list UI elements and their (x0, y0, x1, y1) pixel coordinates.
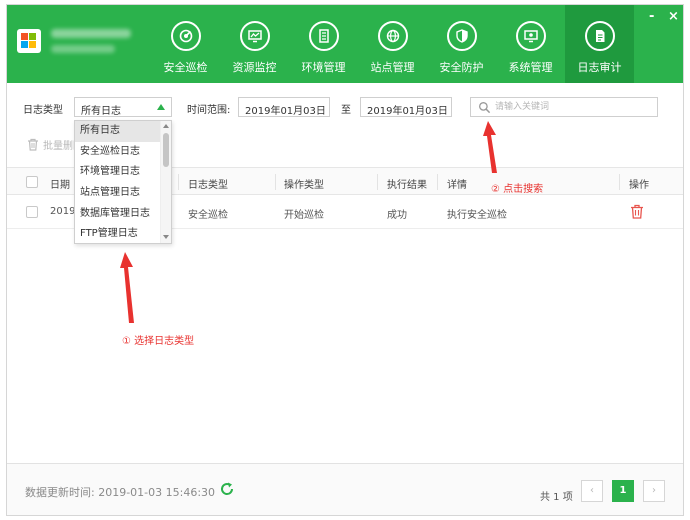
column-divider (619, 174, 620, 190)
nav-label: 安全防护 (439, 61, 484, 74)
dropdown-option[interactable]: 所有日志 (75, 121, 161, 142)
column-header-date[interactable]: 日期 (50, 176, 70, 191)
nav-item-log-audit[interactable]: 日志审计 (565, 5, 634, 83)
column-divider (437, 174, 438, 190)
nav-item-resource-monitor[interactable]: 资源监控 (220, 5, 289, 83)
nav-label: 资源监控 (232, 61, 277, 74)
dropdown-option[interactable]: 数据库管理日志 (75, 204, 161, 225)
trash-icon (28, 138, 38, 151)
nav-item-security-inspection[interactable]: 安全巡检 (151, 5, 220, 83)
column-header-operation: 操作 (629, 180, 649, 191)
app-window: 安全巡检 资源监控 环境管理 站点管理 安全防护 系统管理 日志审计 - × 日… (6, 4, 684, 516)
log-type-dropdown: 所有日志 安全巡检日志 环境管理日志 站点管理日志 数据库管理日志 FTP管理日… (74, 120, 172, 244)
search-icon[interactable] (478, 101, 491, 114)
nav-label: 系统管理 (508, 61, 553, 74)
nav-label: 安全巡检 (163, 61, 208, 74)
nav-item-system[interactable]: 系统管理 (496, 5, 565, 83)
radar-icon (170, 21, 201, 51)
main-nav: 安全巡检 资源监控 环境管理 站点管理 安全防护 系统管理 日志审计 (151, 5, 634, 83)
dropdown-option[interactable]: 站点管理日志 (75, 183, 161, 204)
app-brand-sub-blurred (51, 45, 115, 53)
dropdown-option[interactable]: 环境管理日志 (75, 162, 161, 183)
annotation-arrow-2 (483, 121, 497, 173)
log-type-select[interactable]: 所有日志 (74, 97, 172, 117)
column-header-result[interactable]: 执行结果 (387, 176, 427, 191)
cell-result: 成功 (387, 210, 407, 221)
settings-monitor-icon (515, 21, 546, 51)
start-date-input[interactable]: 2019年01月03日 (238, 97, 330, 117)
search-box[interactable] (470, 97, 658, 117)
cell-log-type: 安全巡检 (188, 210, 228, 221)
minimize-button[interactable]: - (649, 9, 654, 24)
dropdown-option[interactable]: FTP管理日志 (75, 224, 161, 243)
nav-item-environment[interactable]: 环境管理 (289, 5, 358, 83)
total-count: 共 1 项 (540, 492, 573, 503)
column-divider (178, 174, 179, 190)
refresh-icon[interactable] (219, 481, 235, 497)
dropdown-scrollbar[interactable] (160, 121, 171, 243)
app-logo-icon (17, 29, 41, 53)
time-range-label: 时间范围: (187, 105, 231, 116)
nav-item-protection[interactable]: 安全防护 (427, 5, 496, 83)
column-divider (275, 174, 276, 190)
row-checkbox[interactable] (26, 206, 38, 218)
nav-label: 环境管理 (301, 61, 346, 74)
caret-up-icon (157, 104, 165, 110)
nav-label: 站点管理 (370, 61, 415, 74)
end-date-input[interactable]: 2019年01月03日 (360, 97, 452, 117)
app-brand-name-blurred (51, 29, 131, 38)
cell-detail: 执行安全巡检 (447, 210, 507, 221)
scroll-up-icon[interactable] (163, 124, 169, 128)
document-icon (584, 21, 615, 51)
column-header-detail[interactable]: 详情 (447, 176, 467, 191)
cell-date: 2019 (50, 206, 76, 217)
column-header-action-type[interactable]: 操作类型 (284, 176, 324, 191)
nav-item-site[interactable]: 站点管理 (358, 5, 427, 83)
footer: 数据更新时间: 2019-01-03 15:46:30 共 1 项 ‹ 1 › (7, 463, 683, 515)
select-all-checkbox[interactable] (26, 176, 38, 188)
nav-label: 日志审计 (577, 61, 622, 74)
cell-action-type: 开始巡检 (284, 210, 324, 221)
column-header-log-type[interactable]: 日志类型 (188, 176, 228, 191)
globe-icon (377, 21, 408, 51)
annotation-step-2: ② 点击搜索 (491, 184, 544, 195)
annotation-arrow-1 (120, 252, 134, 323)
monitor-icon (239, 21, 270, 51)
next-page-button[interactable]: › (643, 480, 665, 502)
scroll-down-icon[interactable] (163, 235, 169, 239)
app-header: 安全巡检 资源监控 环境管理 站点管理 安全防护 系统管理 日志审计 - × (7, 5, 683, 83)
update-time-text: 数据更新时间: 2019-01-03 15:46:30 (25, 486, 216, 499)
log-type-value: 所有日志 (81, 106, 121, 117)
server-icon (308, 21, 339, 51)
search-input[interactable] (495, 100, 651, 114)
dropdown-option[interactable]: 安全巡检日志 (75, 142, 161, 163)
scrollbar-thumb[interactable] (163, 133, 169, 167)
delete-row-icon[interactable] (630, 204, 644, 219)
to-label: 至 (341, 105, 351, 116)
log-type-label: 日志类型 (23, 105, 63, 116)
prev-page-button[interactable]: ‹ (581, 480, 603, 502)
shield-icon (446, 21, 477, 51)
current-page-button[interactable]: 1 (612, 480, 634, 502)
column-divider (377, 174, 378, 190)
annotation-step-1: ① 选择日志类型 (122, 336, 195, 347)
close-button[interactable]: × (668, 9, 679, 24)
